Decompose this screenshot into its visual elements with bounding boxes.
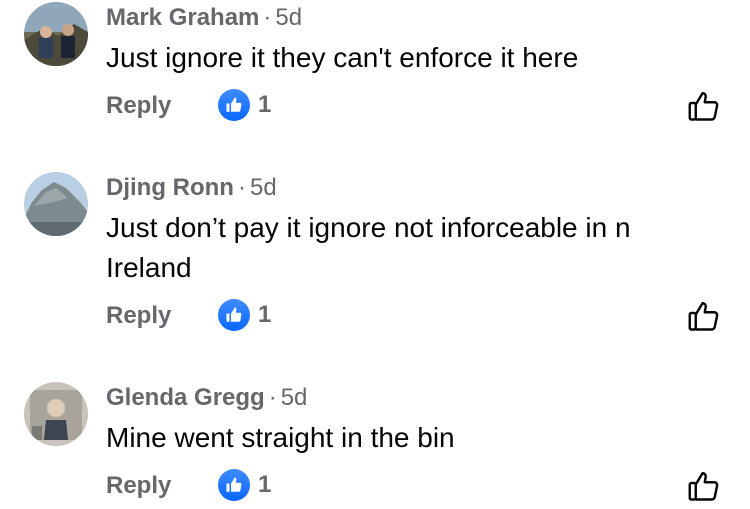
comment-header: Djing Ronn · 5d bbox=[106, 174, 277, 202]
timestamp[interactable]: 5d bbox=[275, 4, 302, 31]
comment-actions: Reply 1 bbox=[106, 298, 726, 338]
author-name[interactable]: Mark Graham bbox=[106, 4, 259, 31]
comment: Mark Graham · 5d Just ignore it they can't… bbox=[0, 2, 750, 132]
separator: · bbox=[263, 4, 272, 31]
avatar[interactable] bbox=[24, 2, 88, 66]
separator: · bbox=[237, 174, 246, 201]
thumbs-up-icon bbox=[218, 469, 250, 501]
reaction-count: 1 bbox=[258, 471, 272, 498]
reaction-count: 1 bbox=[258, 301, 272, 328]
author-name[interactable]: Glenda Gregg bbox=[106, 384, 265, 411]
thumbs-up-outline-icon[interactable] bbox=[686, 298, 722, 334]
author-name[interactable]: Djing Ronn bbox=[106, 174, 234, 201]
reaction-summary[interactable]: 1 bbox=[218, 88, 271, 122]
timestamp[interactable]: 5d bbox=[250, 174, 277, 201]
thumbs-up-icon bbox=[218, 89, 250, 121]
avatar[interactable] bbox=[24, 382, 88, 446]
reply-button[interactable]: Reply bbox=[106, 302, 171, 330]
reaction-count: 1 bbox=[258, 91, 272, 118]
reaction-summary[interactable]: 1 bbox=[218, 468, 271, 502]
reaction-summary[interactable]: 1 bbox=[218, 298, 271, 332]
comment-text: Just ignore it they can't enforce it her… bbox=[106, 42, 579, 73]
thumbs-up-outline-icon[interactable] bbox=[686, 88, 722, 124]
comment-text: Mine went straight in the bin bbox=[106, 422, 455, 453]
thumbs-up-icon bbox=[218, 299, 250, 331]
thumbs-up-outline-icon[interactable] bbox=[686, 468, 722, 504]
comment-header: Glenda Gregg · 5d bbox=[106, 384, 307, 412]
comment-header: Mark Graham · 5d bbox=[106, 4, 302, 32]
comment-actions: Reply 1 bbox=[106, 88, 726, 128]
timestamp[interactable]: 5d bbox=[281, 384, 308, 411]
reply-button[interactable]: Reply bbox=[106, 472, 171, 500]
avatar[interactable] bbox=[24, 172, 88, 236]
separator: · bbox=[268, 384, 277, 411]
comment-actions: Reply 1 bbox=[106, 468, 726, 508]
comment: Glenda Gregg · 5d Mine went straight in th… bbox=[0, 382, 750, 506]
comment-text: Just don’t pay it ignore not inforceable… bbox=[106, 212, 631, 283]
comment: Djing Ronn · 5d Just don’t pay it ignore n… bbox=[0, 172, 750, 342]
reply-button[interactable]: Reply bbox=[106, 92, 171, 120]
